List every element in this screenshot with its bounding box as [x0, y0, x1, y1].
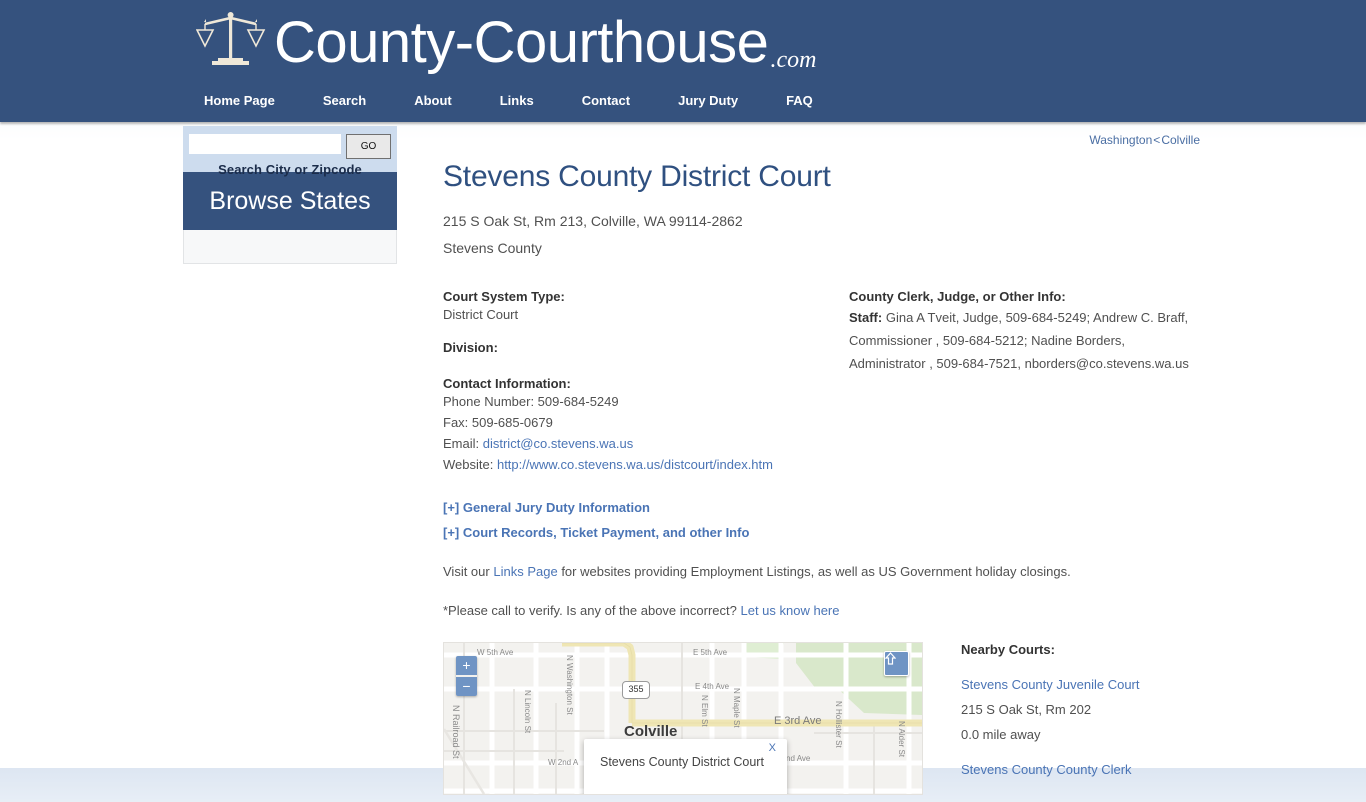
brand-tld: .com: [770, 47, 817, 73]
info-column-left: Court System Type: District Court Divisi…: [443, 289, 833, 472]
page-body: GO Search City or Zipcode Browse States …: [0, 122, 1366, 795]
location-map[interactable]: 355 Colville W 5th Ave E 5th Ave E 4th A…: [443, 642, 923, 795]
breadcrumb-city[interactable]: Colville: [1161, 133, 1200, 147]
scales-of-justice-icon: [195, 8, 266, 70]
breadcrumb-state[interactable]: Washington: [1089, 133, 1152, 147]
verify-note: *Please call to verify. Is any of the ab…: [443, 603, 1203, 618]
map-street-label: N Lincoln St: [523, 690, 532, 734]
nav-item-contact[interactable]: Contact: [558, 90, 654, 112]
breadcrumb: Washington<Colville: [1089, 133, 1200, 147]
go-button[interactable]: GO: [346, 134, 391, 159]
search-caption: Search City or Zipcode: [218, 162, 362, 177]
nearby-court-address: 215 S Oak St, Rm 202: [961, 702, 1092, 717]
map-street-label: N Alder St: [897, 721, 906, 758]
court-county: Stevens County: [443, 240, 542, 256]
zoom-in-button[interactable]: +: [456, 656, 477, 675]
site-brand[interactable]: County-Courthouse .com: [195, 8, 817, 75]
nearby-court-item: Stevens County Juvenile Court 215 S Oak …: [961, 677, 1211, 742]
staff-value: Gina A Tveit, Judge, 509-684-5249; Andre…: [849, 310, 1189, 371]
nav-item-faq[interactable]: FAQ: [762, 90, 837, 112]
court-address: 215 S Oak St, Rm 213, Colville, WA 99114…: [443, 213, 743, 229]
email-row: Email: district@co.stevens.wa.us: [443, 436, 833, 451]
let-us-know-link[interactable]: Let us know here: [740, 603, 839, 618]
website-link[interactable]: http://www.co.stevens.wa.us/distcourt/in…: [497, 457, 773, 472]
links-page-note: Visit our Links Page for websites provid…: [443, 564, 1203, 579]
court-system-type-value: District Court: [443, 307, 519, 322]
route-shield-355: 355: [622, 681, 650, 699]
nav-item-jury-duty[interactable]: Jury Duty: [654, 90, 762, 112]
browse-states-button[interactable]: Browse States: [183, 172, 397, 230]
nearby-court-link[interactable]: Stevens County County Clerk: [961, 762, 1211, 777]
division-label: Division:: [443, 340, 498, 355]
sidebar-filler-panel: [183, 230, 397, 264]
expand-court-records-link[interactable]: [+] Court Records, Ticket Payment, and o…: [443, 525, 1203, 540]
map-pan-up-icon[interactable]: [884, 651, 909, 676]
zoom-out-button[interactable]: −: [456, 675, 477, 696]
nearby-court-link[interactable]: Stevens County Juvenile Court: [961, 677, 1211, 692]
nav-item-about[interactable]: About: [390, 90, 476, 112]
search-input[interactable]: [189, 134, 341, 154]
main-content: Washington<Colville Stevens County Distr…: [443, 122, 1203, 802]
links-note-after: for websites providing Employment Listin…: [561, 564, 1071, 579]
map-info-window: X Stevens County District Court: [584, 739, 787, 794]
map-zoom-controls: + −: [456, 656, 477, 696]
map-street-label: N Washington St: [565, 655, 574, 715]
fax-number: Fax: 509-685-0679: [443, 415, 553, 430]
page-title: Stevens County District Court: [443, 160, 831, 193]
phone-number: Phone Number: 509-684-5249: [443, 394, 619, 409]
links-note-before: Visit our: [443, 564, 490, 579]
staff-label: Staff:: [849, 310, 883, 325]
nav-item-home-page[interactable]: Home Page: [196, 90, 299, 112]
email-link[interactable]: district@co.stevens.wa.us: [483, 436, 633, 451]
clerk-judge-label: County Clerk, Judge, or Other Info:: [849, 289, 1066, 304]
map-street-label: W 2nd A: [548, 758, 579, 767]
info-window-close-icon[interactable]: X: [769, 742, 776, 754]
court-system-type-label: Court System Type:: [443, 289, 565, 304]
nav-item-links[interactable]: Links: [476, 90, 558, 112]
nearby-court-item: Stevens County County Clerk: [961, 762, 1211, 777]
nearby-court-distance: 0.0 mile away: [961, 727, 1041, 742]
map-street-label: E 5th Ave: [693, 648, 728, 657]
breadcrumb-separator: <: [1153, 133, 1161, 147]
info-columns: Court System Type: District Court Divisi…: [443, 289, 1203, 479]
sidebar: GO Search City or Zipcode Browse States: [183, 126, 397, 264]
email-label: Email:: [443, 436, 480, 451]
route-shield-label: 355: [628, 684, 644, 694]
site-header: County-Courthouse .com Home Page Search …: [0, 0, 1366, 122]
nearby-courts-panel: Nearby Courts: Stevens County Juvenile C…: [961, 642, 1211, 787]
map-street-label: N Hollister St: [834, 701, 843, 748]
info-column-right: County Clerk, Judge, or Other Info: Staf…: [849, 289, 1189, 375]
map-and-nearby-row: 355 Colville W 5th Ave E 5th Ave E 4th A…: [443, 642, 1203, 802]
main-navigation: Home Page Search About Links Contact Jur…: [196, 90, 837, 112]
map-street-label: W 5th Ave: [477, 648, 514, 657]
website-row: Website: http://www.co.stevens.wa.us/dis…: [443, 457, 833, 472]
map-street-label: N Maple St: [732, 688, 741, 728]
contact-information-label: Contact Information:: [443, 376, 571, 391]
info-window-title: Stevens County District Court: [600, 755, 764, 769]
nearby-courts-title: Nearby Courts:: [961, 642, 1055, 657]
website-label: Website:: [443, 457, 494, 472]
brand-name: County-Courthouse: [274, 10, 769, 75]
map-street-label: N Elm St: [700, 695, 709, 727]
map-street-label: E 4th Ave: [695, 682, 730, 691]
map-city-label: Colville: [624, 723, 678, 740]
search-panel: GO Search City or Zipcode: [183, 126, 397, 177]
map-street-label: N Railroad St: [451, 705, 461, 759]
verify-note-text: *Please call to verify. Is any of the ab…: [443, 603, 737, 618]
expand-jury-duty-link[interactable]: [+] General Jury Duty Information: [443, 500, 1203, 515]
nav-item-search[interactable]: Search: [299, 90, 390, 112]
links-page-link[interactable]: Links Page: [493, 564, 557, 579]
map-street-label: E 3rd Ave: [774, 715, 822, 727]
staff-info: Staff: Gina A Tveit, Judge, 509-684-5249…: [849, 306, 1189, 375]
